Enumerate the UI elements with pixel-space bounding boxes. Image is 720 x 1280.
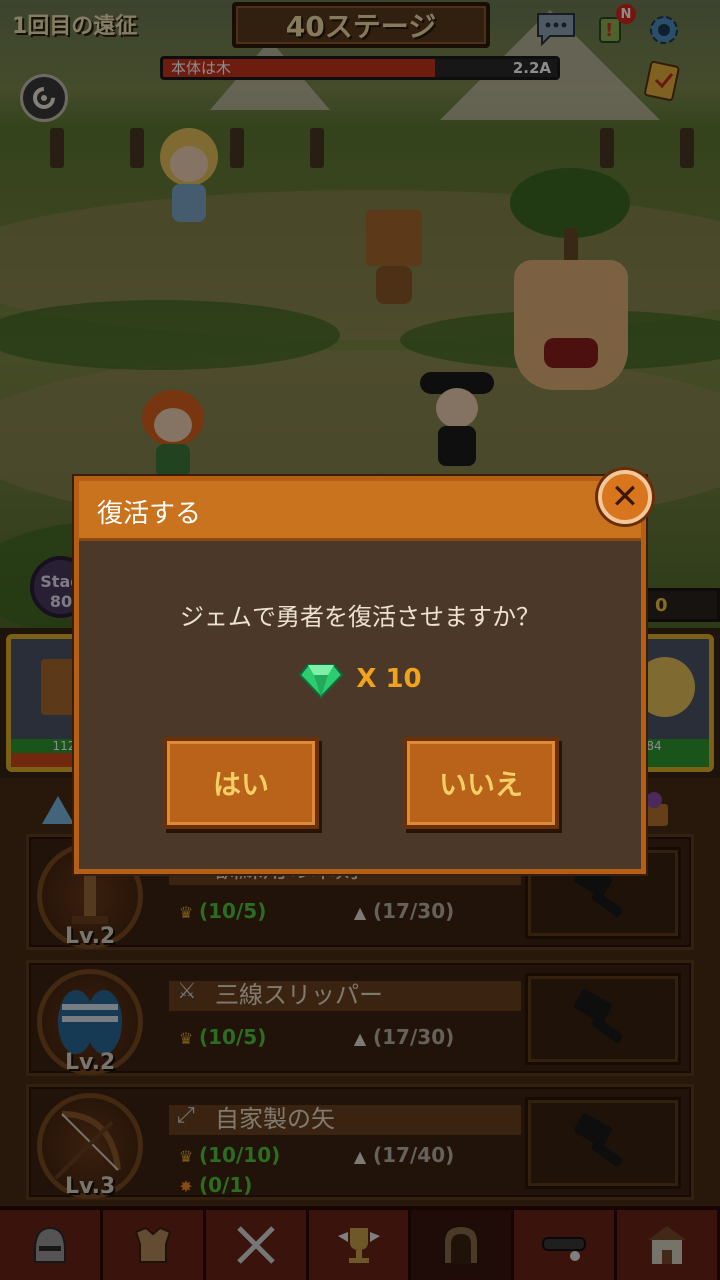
no-button[interactable]: いいえ [403, 737, 559, 829]
gem-cost-row: X 10 [79, 657, 641, 701]
dialog-header: 復活する [79, 481, 641, 541]
yes-button[interactable]: はい [163, 737, 319, 829]
gem-cost: X 10 [356, 664, 422, 694]
close-button[interactable]: ✕ [598, 470, 652, 524]
dialog-title: 復活する [97, 499, 202, 529]
dialog-message: ジェムで勇者を復活させますか？ [180, 603, 540, 631]
close-icon: ✕ [610, 477, 640, 517]
revive-dialog: 復活する ジェムで勇者を復活させますか？ X 10 はい いいえ [74, 476, 646, 874]
gem-icon [299, 664, 344, 699]
